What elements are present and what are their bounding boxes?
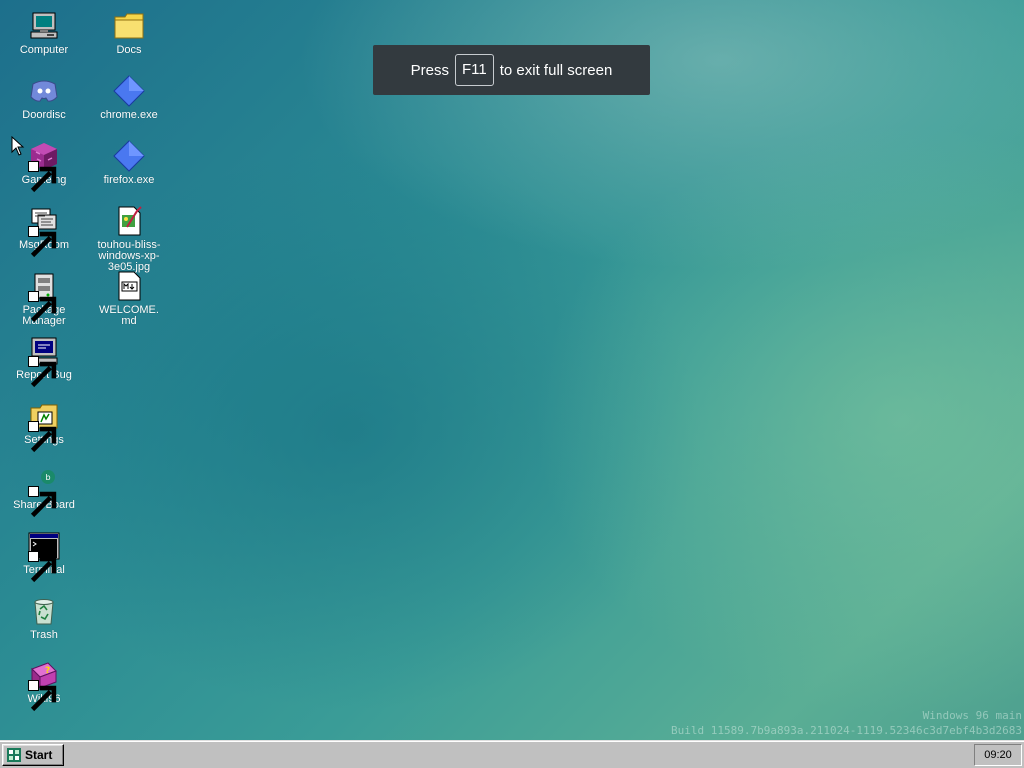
- desktop-icon-label: Trash: [30, 629, 58, 641]
- desktop-icon-share-board[interactable]: b Share Board: [6, 465, 82, 518]
- folder-icon: [113, 10, 145, 42]
- watermark-build-string: Build 11589.7b9a893a.211024-1119.52346c3…: [671, 724, 1022, 737]
- package-manager-icon: [28, 270, 60, 323]
- shortcut-arrow-icon: [28, 161, 57, 193]
- toast-prefix-text: Press: [410, 61, 450, 79]
- desktop-icon-label: firefox.exe: [103, 174, 155, 186]
- desktop-icon-label: Docs: [116, 44, 142, 56]
- desktop-icon-label: Computer: [19, 44, 69, 56]
- toast-suffix-text: to exit full screen: [499, 61, 613, 79]
- desktop-icon-label: WELCOME.md: [99, 304, 159, 327]
- desktop-icon-report-bug[interactable]: Report Bug: [6, 335, 82, 388]
- desktop-icon-settings[interactable]: Settings: [6, 400, 82, 453]
- settings-folder-icon: [28, 400, 60, 453]
- desktop-icon-package-manager[interactable]: Package Manager: [6, 270, 82, 327]
- clock-text: 09:20: [984, 749, 1012, 761]
- start-button[interactable]: Start: [2, 744, 64, 766]
- markdown-file-icon: [113, 270, 145, 302]
- shortcut-arrow-icon: [28, 421, 57, 453]
- desktop-icon-label: Doordisc: [22, 109, 66, 121]
- desktop-icon-touhou-jpg[interactable]: touhou-bliss-windows-xp-3e05.jpg: [91, 205, 167, 273]
- taskbar: Start 09:20: [0, 740, 1024, 768]
- desktop-icon-label: touhou-bliss-windows-xp-3e05.jpg: [97, 239, 161, 273]
- terminal-icon: [28, 530, 60, 583]
- shortcut-arrow-icon: [28, 356, 57, 388]
- desktop[interactable]: Computer Doordisc Gameing MsgRoom Packag…: [0, 0, 1024, 740]
- desktop-icon-welcome-md[interactable]: WELCOME.md: [91, 270, 167, 327]
- f11-key-badge: F11: [455, 54, 494, 86]
- system-tray-clock[interactable]: 09:20: [974, 744, 1022, 766]
- mouse-cursor-icon: [11, 136, 25, 156]
- desktop-icon-trash[interactable]: Trash: [6, 595, 82, 641]
- desktop-icon-msgroom[interactable]: MsgRoom: [6, 205, 82, 258]
- start-button-label: Start: [25, 748, 53, 762]
- desktop-icon-chrome-exe[interactable]: chrome.exe: [91, 75, 167, 121]
- report-bug-icon: [28, 335, 60, 388]
- build-watermark: Windows 96 main Build 11589.7b9a893a.2110…: [671, 708, 1022, 738]
- desktop-icon-docs[interactable]: Docs: [91, 10, 167, 56]
- game-cube-icon: [28, 140, 60, 193]
- msgroom-icon: [28, 205, 60, 258]
- shortcut-arrow-icon: [28, 486, 57, 518]
- desktop-icon-terminal[interactable]: Terminal: [6, 530, 82, 583]
- blue-diamond-icon: [113, 75, 145, 107]
- watermark-os-name: Windows 96 main: [922, 709, 1022, 722]
- desktop-icon-firefox-exe[interactable]: firefox.exe: [91, 140, 167, 186]
- shortcut-arrow-icon: [28, 291, 57, 323]
- blue-diamond-icon: [113, 140, 145, 172]
- discord-icon: [28, 75, 60, 107]
- desktop-icon-wiki96[interactable]: ? Wiki96: [6, 659, 82, 712]
- desktop-icon-doordisc[interactable]: Doordisc: [6, 75, 82, 121]
- share-board-icon: b: [28, 465, 60, 518]
- help-book-icon: ?: [28, 659, 60, 712]
- desktop-icon-computer[interactable]: Computer: [6, 10, 82, 56]
- recycle-bin-icon: [28, 595, 60, 627]
- image-file-icon: [113, 205, 145, 237]
- shortcut-arrow-icon: [28, 680, 57, 712]
- svg-text:?: ?: [45, 666, 50, 676]
- shortcut-arrow-icon: [28, 226, 57, 258]
- start-logo-icon: [7, 748, 21, 762]
- computer-icon: [28, 10, 60, 42]
- svg-text:b: b: [45, 473, 50, 482]
- desktop-icon-label: chrome.exe: [100, 109, 158, 121]
- fullscreen-exit-toast: Press F11 to exit full screen: [373, 45, 650, 95]
- shortcut-arrow-icon: [28, 551, 57, 583]
